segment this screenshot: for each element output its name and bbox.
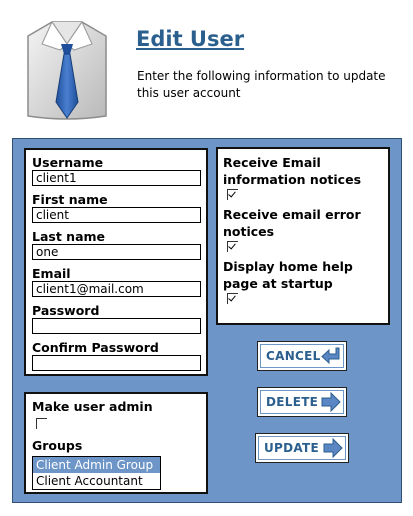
home-help-checkbox[interactable]	[227, 293, 238, 304]
make-admin-checkbox[interactable]	[36, 418, 47, 429]
confirm-password-label: Confirm Password	[32, 340, 159, 355]
update-button[interactable]: UPDATE	[255, 433, 349, 463]
info-notices-checkbox[interactable]	[227, 189, 238, 200]
firstname-input[interactable]	[32, 207, 201, 223]
page-subtitle: Enter the following information to updat…	[137, 69, 386, 100]
make-admin-label: Make user admin	[32, 399, 153, 414]
page-title: Edit User	[136, 27, 245, 51]
cancel-button-label: CANCEL	[266, 349, 321, 363]
right-arrow-icon	[323, 438, 343, 458]
home-help-label: Display home help page at startup	[223, 259, 353, 291]
groups-listbox[interactable]: Client Admin Group Client Accountant	[32, 456, 161, 490]
page-header: Edit User Enter the following informatio…	[0, 0, 413, 135]
admin-groups-section: Make user admin Groups Client Admin Grou…	[24, 392, 208, 494]
username-label: Username	[32, 155, 104, 170]
password-input[interactable]	[32, 318, 201, 334]
group-option[interactable]: Client Admin Group	[33, 457, 160, 473]
delete-button[interactable]: DELETE	[257, 387, 347, 417]
lastname-label: Last name	[32, 229, 106, 244]
firstname-label: First name	[32, 192, 108, 207]
return-arrow-icon	[321, 347, 340, 365]
delete-button-label: DELETE	[266, 395, 319, 409]
username-input[interactable]	[32, 170, 201, 186]
cancel-button[interactable]: CANCEL	[257, 341, 347, 371]
error-notices-label: Receive email error notices	[223, 207, 361, 239]
groups-label: Groups	[32, 438, 83, 453]
user-details-section: Username First name Last name Email Pass…	[24, 148, 208, 376]
email-label: Email	[32, 266, 71, 281]
password-label: Password	[32, 303, 100, 318]
right-arrow-icon	[321, 392, 341, 412]
error-notices-checkbox[interactable]	[227, 241, 238, 252]
confirm-password-input[interactable]	[32, 355, 201, 371]
email-input[interactable]	[32, 281, 201, 297]
group-option[interactable]: Client Accountant	[33, 473, 160, 489]
edit-user-panel: Username First name Last name Email Pass…	[12, 138, 402, 503]
shirt-tie-icon	[27, 20, 107, 120]
update-button-label: UPDATE	[264, 441, 320, 455]
notification-settings-section: Receive Email information notices Receiv…	[216, 147, 390, 325]
info-notices-label: Receive Email information notices	[223, 155, 362, 187]
lastname-input[interactable]	[32, 244, 201, 260]
